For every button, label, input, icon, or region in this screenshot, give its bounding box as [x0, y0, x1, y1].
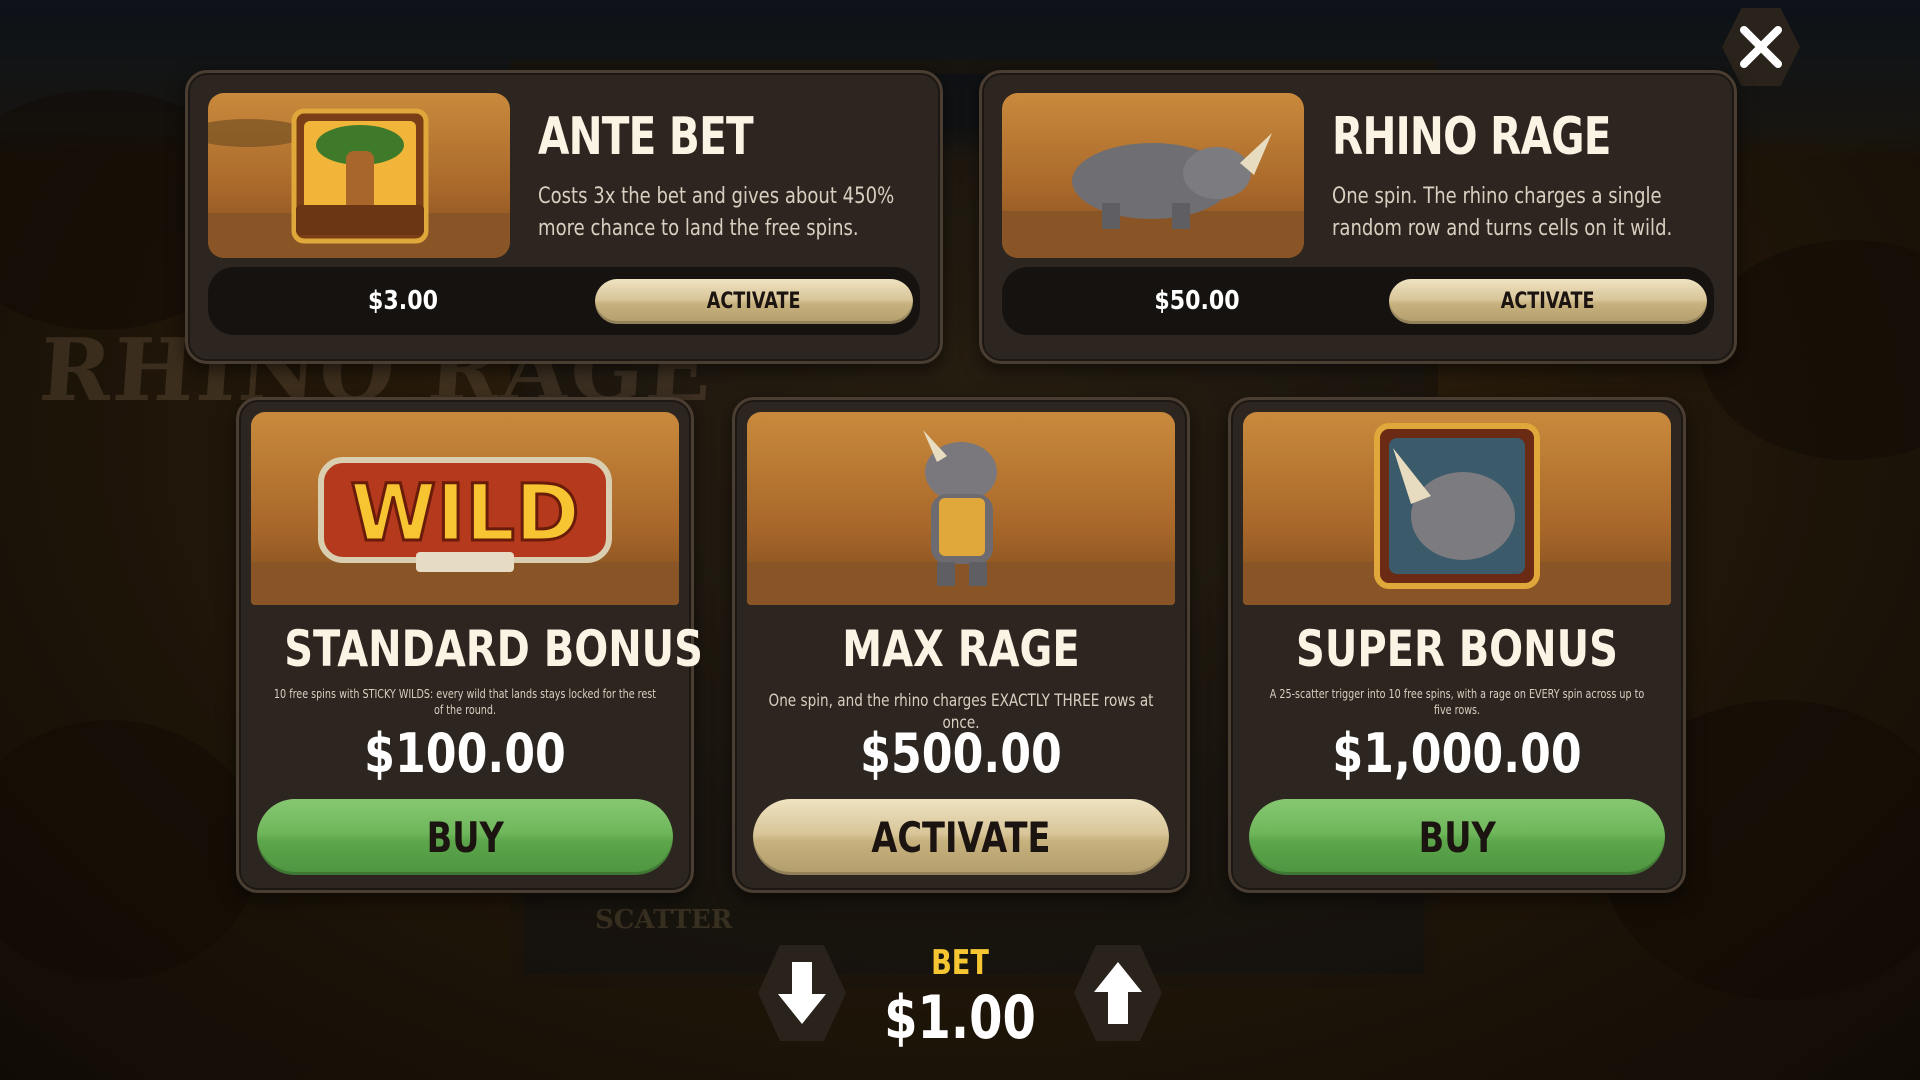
card-price: $1,000.00 [1332, 722, 1582, 785]
standard-bonus-image: WILD [251, 412, 679, 605]
max-rage-image [747, 412, 1175, 605]
card-title: SUPER BONUS [1296, 620, 1618, 678]
card-action-bar: $50.00 ACTIVATE [1002, 267, 1714, 335]
card-price: $50.00 [1154, 286, 1240, 316]
card-action-bar: $3.00 ACTIVATE [208, 267, 920, 335]
close-icon [1740, 26, 1782, 68]
button-label: BUY [1418, 812, 1496, 862]
card-price: $500.00 [860, 722, 1062, 785]
super-bonus-image [1243, 412, 1671, 605]
max-rage-activate-button[interactable]: ACTIVATE [753, 799, 1169, 875]
card-price: $3.00 [368, 286, 438, 316]
super-bonus-card: SUPER BONUS A 25-scatter trigger into 10… [1228, 397, 1686, 893]
card-title: MAX RAGE [842, 620, 1080, 678]
ante-bet-activate-button[interactable]: ACTIVATE [595, 279, 913, 324]
bet-controls: BET $1.00 [740, 935, 1180, 1075]
button-label: ACTIVATE [707, 289, 801, 314]
standard-bonus-buy-button[interactable]: BUY [257, 799, 673, 875]
wild-logo-text: WILD [350, 469, 580, 559]
standard-bonus-card: WILD STANDARD BONUS 10 free spins with S… [236, 397, 703, 893]
max-rage-card: MAX RAGE One spin, and the rhino charges… [732, 397, 1190, 893]
card-description: Costs 3x the bet and gives about 450% mo… [538, 184, 895, 241]
super-bonus-buy-button[interactable]: BUY [1249, 799, 1665, 875]
card-description: A 25-scatter trigger into 10 free spins,… [1269, 687, 1645, 717]
card-title: ANTE BET [538, 107, 754, 167]
card-price: $100.00 [364, 722, 566, 785]
rhino-rage-image [1002, 93, 1304, 258]
ante-bet-image [208, 93, 510, 258]
button-label: ACTIVATE [871, 812, 1051, 862]
card-description: One spin. The rhino charges a single ran… [1332, 184, 1673, 241]
card-description: 10 free spins with STICKY WILDS: every w… [273, 687, 657, 717]
card-title: RHINO RAGE [1332, 107, 1611, 167]
ante-bet-card: ANTE BET Costs 3x the bet and gives abou… [185, 70, 943, 364]
button-label: ACTIVATE [1501, 289, 1595, 314]
rhino-rage-card: RHINO RAGE One spin. The rhino charges a… [979, 70, 1737, 364]
arrow-up-icon [1094, 962, 1142, 1024]
card-title: STANDARD BONUS [284, 620, 703, 678]
rhino-rage-activate-button[interactable]: ACTIVATE [1389, 279, 1707, 324]
button-label: BUY [426, 812, 504, 862]
